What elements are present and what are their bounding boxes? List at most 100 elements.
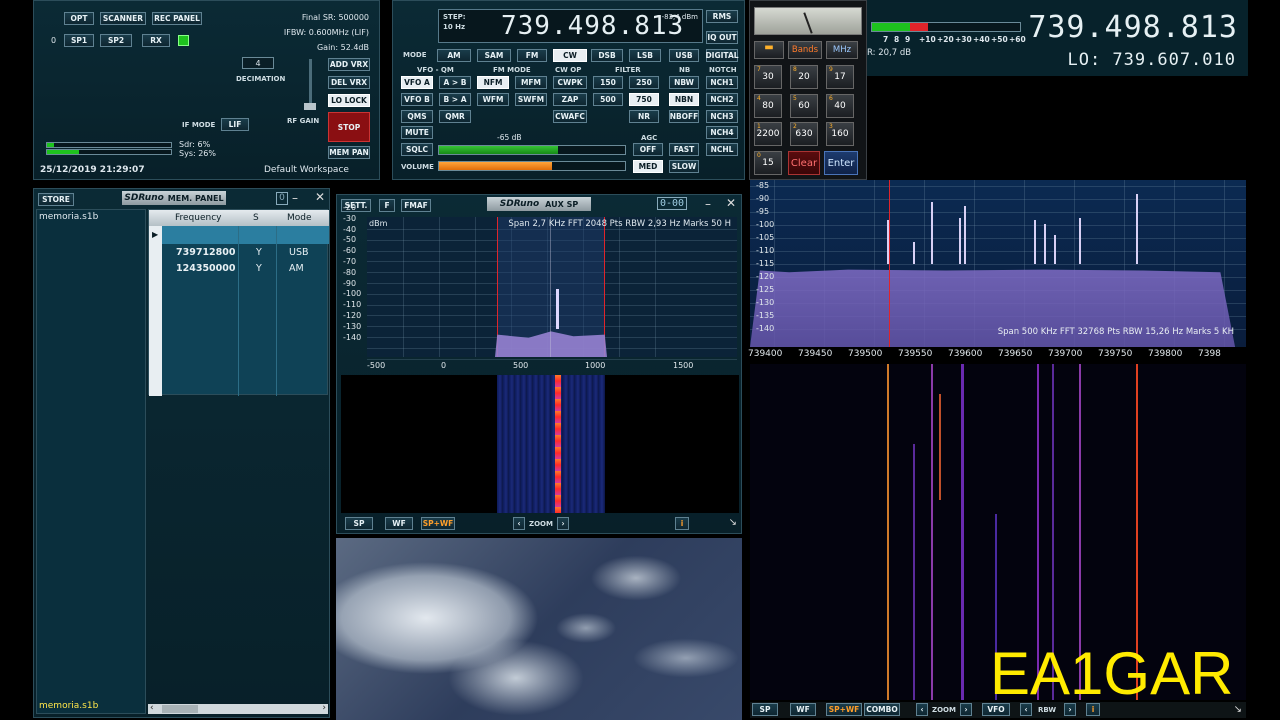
band-entry-button[interactable]: ▬ — [754, 41, 784, 59]
aux-waterfall[interactable] — [341, 375, 739, 513]
mode-usb-button[interactable]: USB — [669, 49, 699, 62]
mode-dsb-button[interactable]: DSB — [591, 49, 623, 62]
key-0[interactable]: 0 15 — [754, 151, 782, 175]
minimize-icon[interactable]: – — [292, 191, 298, 205]
agc-off-button[interactable]: OFF — [633, 143, 663, 156]
nr-button[interactable]: NR — [629, 110, 659, 123]
vfo-b-button[interactable]: VFO B — [401, 93, 433, 106]
decimation-box[interactable]: 4 — [242, 57, 274, 69]
aux-wf-button[interactable]: WF — [385, 517, 413, 530]
zoom-out-button[interactable]: ‹ — [916, 703, 928, 716]
clear-button[interactable]: Clear — [788, 151, 820, 175]
zap-button[interactable]: ZAP — [553, 93, 587, 106]
mode-fm-button[interactable]: FM — [517, 49, 547, 62]
aux-zoom-out-button[interactable]: ‹ — [513, 517, 525, 530]
rec-panel-button[interactable]: REC PANEL — [152, 12, 202, 25]
scanner-button[interactable]: SCANNER — [100, 12, 146, 25]
close-icon[interactable]: ✕ — [726, 196, 736, 210]
enter-button[interactable]: Enter — [824, 151, 858, 175]
mhz-button[interactable]: MHz — [826, 41, 858, 59]
cwpk-button[interactable]: CWPK — [553, 76, 587, 89]
key-8[interactable]: 8 20 — [790, 65, 818, 89]
nch3-button[interactable]: NCH3 — [706, 110, 738, 123]
lif-button[interactable]: LIF — [221, 118, 249, 131]
nboff-button[interactable]: NBOFF — [669, 110, 699, 123]
fmaf-button[interactable]: FMAF — [401, 199, 431, 212]
main-spwf-button[interactable]: SP+WF — [826, 703, 862, 716]
sp2-button[interactable]: SP2 — [100, 34, 132, 47]
main-combo-button[interactable]: COMBO — [864, 703, 900, 716]
f-button[interactable]: F — [379, 199, 395, 212]
column-header[interactable]: S — [253, 213, 259, 223]
aux-sp-button[interactable]: SP — [345, 517, 373, 530]
nch4-button[interactable]: NCH4 — [706, 126, 738, 139]
zoom-in-button[interactable]: › — [960, 703, 972, 716]
rf-gain-slider-handle[interactable] — [304, 103, 316, 110]
agc-slow-button[interactable]: SLOW — [669, 160, 699, 173]
qms-button[interactable]: QMS — [401, 110, 433, 123]
mute-button[interactable]: MUTE — [401, 126, 433, 139]
squelch-slider[interactable] — [438, 145, 626, 155]
main-sp-button[interactable]: SP — [752, 703, 778, 716]
mfm-button[interactable]: MFM — [515, 76, 547, 89]
rx-button[interactable]: RX — [142, 34, 170, 47]
column-header[interactable]: Mode — [287, 213, 312, 223]
frequency-display[interactable]: STEP: 10 Hz 739.498.813 -83,4 dBm — [438, 9, 703, 43]
rms-button[interactable]: RMS — [706, 10, 738, 23]
key-2[interactable]: 2 630 — [790, 122, 818, 146]
mode-lsb-button[interactable]: LSB — [629, 49, 661, 62]
horizontal-scrollbar[interactable]: ‹ › — [148, 703, 328, 714]
b-to-a-button[interactable]: B > A — [439, 93, 471, 106]
vfo-a-button[interactable]: VFO A — [401, 76, 433, 89]
filter-250-button[interactable]: 250 — [629, 76, 659, 89]
a-to-b-button[interactable]: A > B — [439, 76, 471, 89]
bands-button[interactable]: Bands — [788, 41, 822, 59]
key-4[interactable]: 4 80 — [754, 94, 782, 118]
close-icon[interactable]: ✕ — [315, 190, 325, 204]
key-5[interactable]: 5 60 — [790, 94, 818, 118]
mode-digital-button[interactable]: DIGITAL — [705, 49, 739, 62]
resize-icon[interactable]: ↘ — [729, 517, 737, 528]
workspace-name[interactable]: Default Workspace — [264, 165, 349, 175]
scroll-left-icon[interactable]: ‹ — [150, 703, 154, 713]
aux-spwf-button[interactable]: SP+WF — [421, 517, 455, 530]
key-9[interactable]: 9 17 — [826, 65, 854, 89]
mem-pan-button[interactable]: MEM PAN — [328, 146, 370, 159]
resize-icon[interactable]: ↘ — [1234, 704, 1242, 715]
add-vrx-button[interactable]: ADD VRX — [328, 58, 370, 71]
stop-button[interactable]: STOP — [328, 112, 370, 142]
rx-frequency[interactable]: 739.498.813 — [501, 11, 684, 41]
main-wf-button[interactable]: WF — [790, 703, 816, 716]
vfo-marker-line[interactable] — [889, 180, 890, 347]
aux-zoom-in-button[interactable]: › — [557, 517, 569, 530]
aux-spectrum[interactable]: dBm Span 2,7 KHz FFT 2048 Pts RBW 2,93 H… — [367, 217, 737, 360]
filter-500-button[interactable]: 500 — [593, 93, 623, 106]
column-header[interactable]: Frequency — [175, 213, 222, 223]
del-vrx-button[interactable]: DEL VRX — [328, 76, 370, 89]
minimize-icon[interactable]: – — [705, 197, 711, 211]
iq-out-button[interactable]: IQ OUT — [706, 31, 738, 44]
aux-info-button[interactable]: i — [675, 517, 689, 530]
sqlc-button[interactable]: SQLC — [401, 143, 433, 156]
scroll-right-icon[interactable]: › — [322, 703, 326, 713]
mode-am-button[interactable]: AM — [437, 49, 471, 62]
store-button[interactable]: STORE — [38, 193, 74, 206]
nchl-button[interactable]: NCHL — [706, 143, 738, 156]
wfm-button[interactable]: WFM — [477, 93, 509, 106]
nch2-button[interactable]: NCH2 — [706, 93, 738, 106]
key-6[interactable]: 6 40 — [826, 94, 854, 118]
swfm-button[interactable]: SWFM — [515, 93, 547, 106]
main-frequency[interactable]: 739.498.813 — [1028, 10, 1238, 45]
nch1-button[interactable]: NCH1 — [706, 76, 738, 89]
filter-150-button[interactable]: 150 — [593, 76, 623, 89]
key-1[interactable]: 1 2200 — [754, 122, 782, 146]
opt-button[interactable]: OPT — [64, 12, 94, 25]
filter-750-button[interactable]: 750 — [629, 93, 659, 106]
step-value[interactable]: 10 Hz — [443, 23, 465, 31]
main-spectrum[interactable]: -85 -90 -95 -100 -105 -110 -115 -120 -125 -130 -13… — [750, 180, 1246, 347]
sp1-button[interactable]: SP1 — [64, 34, 94, 47]
key-7[interactable]: 7 30 — [754, 65, 782, 89]
scroll-thumb[interactable] — [162, 705, 198, 713]
mode-cw-button[interactable]: CW — [553, 49, 587, 62]
cwafc-button[interactable]: CWAFC — [553, 110, 587, 123]
